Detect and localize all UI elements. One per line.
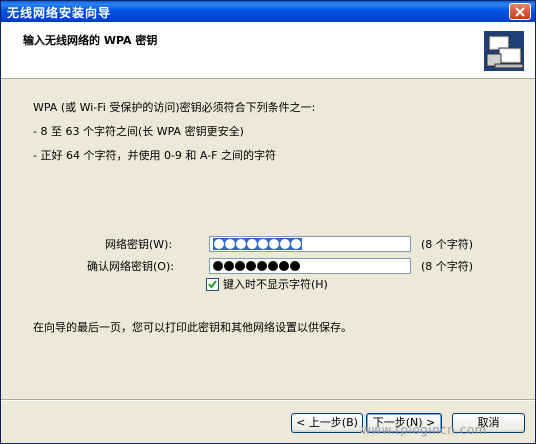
password-dot: [280, 239, 290, 249]
password-dot: [213, 261, 223, 271]
password-dot: [269, 239, 279, 249]
password-dot: [236, 239, 246, 249]
back-button[interactable]: < 上一步(B): [291, 413, 363, 433]
password-dot: [246, 261, 256, 271]
wizard-header: 输入无线网络的 WPA 密钥: [1, 22, 535, 79]
password-dot: [247, 239, 257, 249]
window-title: 无线网络安装向导: [7, 6, 112, 20]
hide-chars-option[interactable]: 键入时不显示字符(H): [206, 276, 328, 292]
wizard-window: 无线网络安装向导 输入无线网络的 WPA 密钥 WPA (或 Wi-Fi 受保护…: [0, 0, 536, 444]
confirm-key-field[interactable]: [209, 258, 411, 274]
hide-chars-label: 键入时不显示字符(H): [223, 278, 328, 291]
condition-2-text: - 正好 64 个字符，并使用 0-9 和 A-F 之间的字符: [33, 149, 276, 162]
password-dot: [279, 261, 289, 271]
network-key-count: (8 个字符): [421, 238, 474, 251]
password-dot: [268, 261, 278, 271]
network-key-value: [213, 238, 302, 250]
page-title: 输入无线网络的 WPA 密钥: [23, 34, 158, 47]
network-key-label: 网络密钥(W):: [105, 238, 173, 251]
password-dot: [225, 239, 235, 249]
password-dot: [214, 239, 224, 249]
checkmark-icon: [208, 279, 217, 289]
title-bar: 无线网络安装向导: [1, 1, 535, 22]
password-dot: [258, 239, 268, 249]
close-button[interactable]: [509, 3, 531, 20]
footer-divider: [1, 399, 535, 401]
password-dot: [224, 261, 234, 271]
hide-chars-checkbox[interactable]: [206, 277, 219, 291]
password-dot: [235, 261, 245, 271]
footer-note: 在向导的最后一页，您可以打印此密钥和其他网络设置以供保存。: [33, 321, 352, 334]
network-computers-icon: [481, 28, 527, 74]
network-key-field[interactable]: [209, 236, 411, 252]
condition-1-text: - 8 至 63 个字符之间(长 WPA 密钥更安全): [33, 125, 244, 138]
password-dot: [290, 261, 300, 271]
password-dot: [291, 239, 301, 249]
watermark-text: www.tplogincn.com: [361, 423, 487, 437]
confirm-key-label: 确认网络密钥(O):: [87, 260, 174, 273]
confirm-key-value: [213, 260, 300, 272]
confirm-key-count: (8 个字符): [421, 260, 474, 273]
intro-text: WPA (或 Wi-Fi 受保护的访问)密钥必须符合下列条件之一:: [33, 101, 316, 114]
password-dot: [257, 261, 267, 271]
close-icon: [515, 7, 525, 17]
